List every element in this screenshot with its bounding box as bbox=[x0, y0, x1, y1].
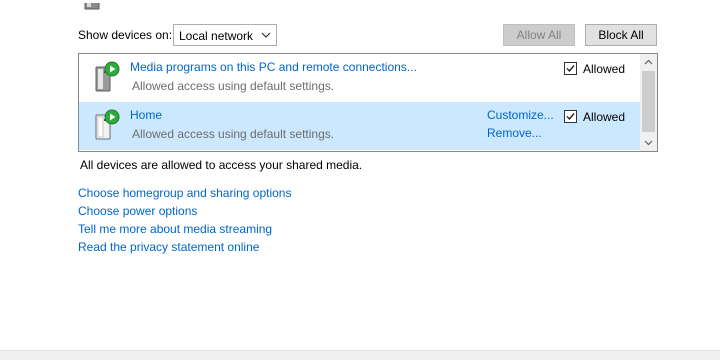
scrollbar-thumb[interactable] bbox=[642, 71, 655, 132]
checkmark-icon bbox=[566, 113, 575, 121]
privacy-statement-link[interactable]: Read the privacy statement online bbox=[78, 240, 259, 254]
checkmark-icon bbox=[566, 65, 575, 73]
media-device-icon bbox=[94, 61, 120, 93]
scroll-up-icon[interactable] bbox=[640, 54, 657, 71]
device-name-link[interactable]: Home bbox=[130, 108, 162, 122]
list-scrollbar[interactable] bbox=[640, 54, 657, 151]
customize-link[interactable]: Customize... bbox=[487, 108, 554, 122]
block-all-button[interactable]: Block All bbox=[585, 24, 657, 46]
allow-all-button[interactable]: Allow All bbox=[503, 24, 575, 46]
homegroup-options-link[interactable]: Choose homegroup and sharing options bbox=[78, 186, 291, 200]
remove-link[interactable]: Remove... bbox=[487, 126, 542, 140]
sharing-status-text: All devices are allowed to access your s… bbox=[80, 158, 363, 172]
footer-bar bbox=[0, 350, 720, 360]
device-row-selected[interactable]: Home Allowed access using default settin… bbox=[79, 102, 640, 150]
device-row[interactable]: Media programs on this PC and remote con… bbox=[79, 54, 640, 102]
checkbox-box[interactable] bbox=[564, 110, 577, 123]
scroll-down-icon[interactable] bbox=[640, 134, 657, 151]
media-streaming-info-link[interactable]: Tell me more about media streaming bbox=[78, 222, 272, 236]
allowed-label: Allowed bbox=[583, 110, 626, 124]
device-status-text: Allowed access using default settings. bbox=[132, 127, 335, 141]
checkbox-box[interactable] bbox=[564, 62, 577, 75]
device-list: Media programs on this PC and remote con… bbox=[78, 53, 658, 152]
network-select[interactable]: Local network bbox=[173, 24, 277, 46]
show-devices-label: Show devices on: bbox=[78, 28, 173, 42]
media-device-icon bbox=[94, 109, 120, 141]
power-options-link[interactable]: Choose power options bbox=[78, 204, 197, 218]
top-device-icon-partial bbox=[84, 0, 106, 10]
chevron-down-icon bbox=[260, 29, 272, 41]
device-name-link[interactable]: Media programs on this PC and remote con… bbox=[130, 60, 417, 74]
network-select-value: Local network bbox=[179, 29, 254, 43]
device-status-text: Allowed access using default settings. bbox=[132, 79, 335, 93]
allowed-label: Allowed bbox=[583, 62, 626, 76]
